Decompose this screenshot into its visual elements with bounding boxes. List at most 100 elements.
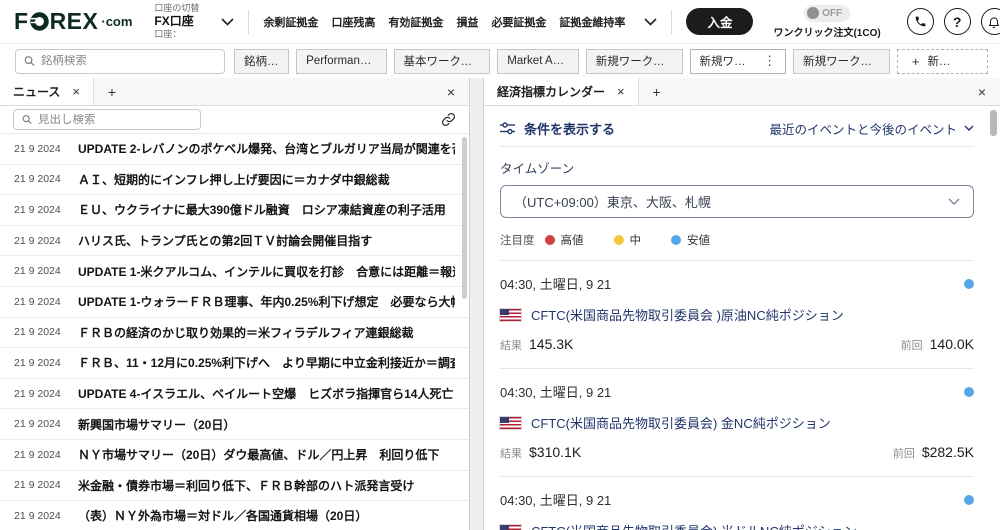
toggle-state: OFF: [822, 7, 843, 19]
news-item[interactable]: 21 9 2024 UPDATE 2-レバノンのポケベル爆発、台湾とブルガリア当局…: [0, 133, 469, 164]
one-click-order-label: ワンクリック注文(1CO): [773, 27, 881, 39]
us-flag-icon: [499, 523, 522, 530]
headline-search[interactable]: [13, 109, 201, 130]
event-title-link[interactable]: CFTC(米国商品先物取引委員会) 金NC純ポジション: [531, 413, 831, 432]
event-time: 04:30, 土曜日, 9 21: [500, 493, 612, 508]
add-tab-button[interactable]: +: [639, 78, 675, 105]
importance-dot-icon: [964, 386, 974, 397]
search-icon: [22, 115, 32, 125]
tab-economic-calendar[interactable]: 経済指標カレンダー ×: [484, 78, 639, 105]
timezone-select[interactable]: （UTC+09:00）東京、大阪、札幌: [500, 185, 974, 218]
one-click-order-toggle[interactable]: OFF ワンクリック注文(1CO): [773, 4, 881, 39]
news-panel-tabstrip: ニュース × + ×: [0, 78, 469, 106]
phone-support-button[interactable]: [906, 8, 934, 35]
news-item[interactable]: 21 9 2024 UPDATE 4-イスラエル、ベイルート空爆 ヒズボラ指揮官ら…: [0, 377, 469, 409]
forex-logo[interactable]: F REX ·com: [14, 8, 132, 35]
calendar-scrollbar[interactable]: [990, 110, 997, 136]
notifications-button[interactable]: [980, 8, 1000, 35]
calendar-event: 04:30, 土曜日, 9 21 CFTC(米国商品先物取引委員会) 米ドルNC…: [499, 477, 974, 530]
news-item[interactable]: 21 9 2024 ＥＵ、ウクライナに最大390億ドル融資 ロシア凍結資産の利子活…: [0, 194, 469, 225]
news-headline: ＥＵ、ウクライナに最大390億ドル融資 ロシア凍結資産の利子活用: [78, 203, 446, 218]
header-right-cluster: 入金 OFF ワンクリック注文(1CO) ?: [657, 4, 1000, 39]
chevron-down-icon: [964, 125, 974, 131]
legend-medium: 中: [613, 232, 641, 248]
news-date: 21 9 2024: [14, 265, 61, 278]
tab-market-analysis[interactable]: Market Analysis: [497, 48, 579, 74]
close-icon[interactable]: ×: [72, 84, 80, 99]
event-range-selector[interactable]: 最近のイベントと今後のイベント: [769, 119, 974, 138]
news-headline: ＡＩ、短期的にインフレ押し上げ要因に＝カナダ中銀総裁: [78, 172, 390, 187]
chevron-down-icon: [948, 198, 960, 205]
news-date: 21 9 2024: [14, 509, 61, 522]
event-title-link[interactable]: CFTC(米国商品先物取引委員会) 米ドルNC純ポジション: [531, 521, 857, 530]
high-importance-dot-icon: [544, 235, 555, 245]
previous-label: 前回: [892, 448, 915, 460]
timezone-dropdown-label[interactable]: タイムゾーン: [500, 158, 974, 177]
tab-basic-workspace[interactable]: 基本ワークスペー...: [393, 48, 491, 74]
news-item[interactable]: 21 9 2024 UPDATE 1-米クアルコム、インテルに買収を打診 合意には…: [0, 255, 469, 286]
filter-sliders-icon: [500, 121, 515, 134]
news-item[interactable]: 21 9 2024 ＦＲＢ、11・12月に0.25%利下げへ より早期に中立金利接…: [0, 347, 469, 378]
symbol-search-input[interactable]: [40, 55, 216, 67]
account-switcher[interactable]: 口座の切替 FX口座 口座：: [154, 2, 235, 41]
question-icon: ?: [952, 13, 962, 30]
news-item[interactable]: 21 9 2024 新興国市場サマリー（20日）: [0, 408, 469, 439]
close-icon: ×: [977, 83, 987, 100]
news-item[interactable]: 21 9 2024 ＮＹ市場サマリー（20日）ダウ最高値、ドル／円上昇 利回り低下: [0, 438, 469, 470]
result-value: $310.1K: [529, 444, 582, 460]
event-time: 04:30, 土曜日, 9 21: [500, 277, 612, 292]
tab-new-workspace-1[interactable]: 新規ワークスペー...: [585, 48, 683, 74]
news-scrollbar[interactable]: [462, 137, 467, 299]
help-button[interactable]: ?: [943, 8, 971, 35]
symbol-search[interactable]: [15, 48, 225, 74]
show-filters-button[interactable]: 条件を表示する: [500, 119, 615, 138]
tab-new-workspace-2[interactable]: 新規ワークスペー...: [793, 48, 890, 74]
calendar-event: 04:30, 土曜日, 9 21 CFTC(米国商品先物取引委員会 )原油NC純…: [499, 261, 974, 368]
news-headline: UPDATE 4-イスラエル、ベイルート空爆 ヒズボラ指揮官ら14人死亡: [78, 387, 454, 402]
news-item[interactable]: 21 9 2024 ハリス氏、トランプ氏との第2回ＴＶ討論会開催目指す: [0, 224, 469, 256]
account-switcher-label: 口座の切替: [154, 2, 200, 13]
tab-economic-calendar-label: 経済指標カレンダー: [497, 85, 606, 99]
close-panel-button[interactable]: ×: [433, 78, 469, 105]
news-item[interactable]: 21 9 2024 UPDATE 1-ウォラーＦＲＢ理事、年内0.25%利下げ想定…: [0, 285, 469, 317]
news-item[interactable]: 21 9 2024 米金融・債券市場＝利回り低下、ＦＲＢ幹部のハト派発言受け: [0, 469, 469, 501]
news-headline: ハリス氏、トランプ氏との第2回ＴＶ討論会開催目指す: [78, 234, 373, 249]
metric-margin-level: 証拠金維持率: [559, 16, 626, 29]
event-title-link[interactable]: CFTC(米国商品先物取引委員会 )原油NC純ポジション: [531, 305, 844, 324]
news-item[interactable]: 21 9 2024 （表）ＮＹ外為市場＝対ドル／各国通貨相場（20日）: [0, 500, 469, 530]
tab-symbol-list[interactable]: 銘柄一覧: [234, 48, 290, 74]
legend-high: 高値: [544, 232, 584, 248]
news-item[interactable]: 21 9 2024 ＡＩ、短期的にインフレ押し上げ要因に＝カナダ中銀総裁: [0, 163, 469, 195]
tab-news[interactable]: ニュース ×: [0, 78, 94, 105]
workspace-tabs: 銘柄一覧 Performance An... 基本ワークスペー... Marke…: [234, 48, 988, 74]
previous-label: 前回: [900, 340, 923, 352]
chevron-down-icon[interactable]: [644, 17, 658, 26]
importance-label: 注目度: [500, 235, 535, 247]
close-icon[interactable]: ×: [617, 84, 625, 99]
news-list: 21 9 2024 UPDATE 2-レバノンのポケベル爆発、台湾とブルガリア当局…: [0, 133, 469, 530]
legend-low: 安値: [671, 232, 710, 248]
news-date: 21 9 2024: [14, 448, 61, 461]
add-tab-button[interactable]: +: [94, 78, 130, 105]
event-range-label: 最近のイベントと今後のイベント: [769, 122, 957, 137]
more-vertical-icon[interactable]: ⋮: [763, 53, 776, 69]
top-header: F REX ·com 口座の切替 FX口座 口座： 余剰証拠金 口座残高 有効証…: [0, 0, 1000, 44]
headline-search-input[interactable]: [37, 113, 192, 126]
account-type: FX口座: [154, 14, 194, 28]
divider: [248, 9, 250, 34]
toggle-off-pill[interactable]: OFF: [804, 4, 851, 22]
metric-required-margin: 必要証拠金: [491, 16, 547, 29]
news-headline: ＮＹ市場サマリー（20日）ダウ最高値、ドル／円上昇 利回り低下: [78, 448, 440, 463]
result-label: 結果: [500, 448, 522, 460]
close-panel-button[interactable]: ×: [964, 78, 1000, 105]
news-headline: 米金融・債券市場＝利回り低下、ＦＲＢ幹部のハト派発言受け: [78, 478, 415, 493]
show-filters-label: 条件を表示する: [524, 121, 616, 137]
news-item[interactable]: 21 9 2024 ＦＲＢの経済のかじ取り効果的＝米フィラデルフィア連銀総裁: [0, 316, 469, 348]
chevron-down-icon[interactable]: [221, 17, 235, 26]
create-workspace-button[interactable]: + 新規作成: [896, 48, 988, 74]
link-panel-button[interactable]: [441, 112, 456, 127]
tab-new-workspace-active[interactable]: 新規ワークス... ⋮: [689, 48, 787, 74]
plus-icon: +: [652, 83, 661, 100]
deposit-button[interactable]: 入金: [686, 8, 754, 35]
tab-performance-analysis[interactable]: Performance An...: [296, 48, 387, 74]
